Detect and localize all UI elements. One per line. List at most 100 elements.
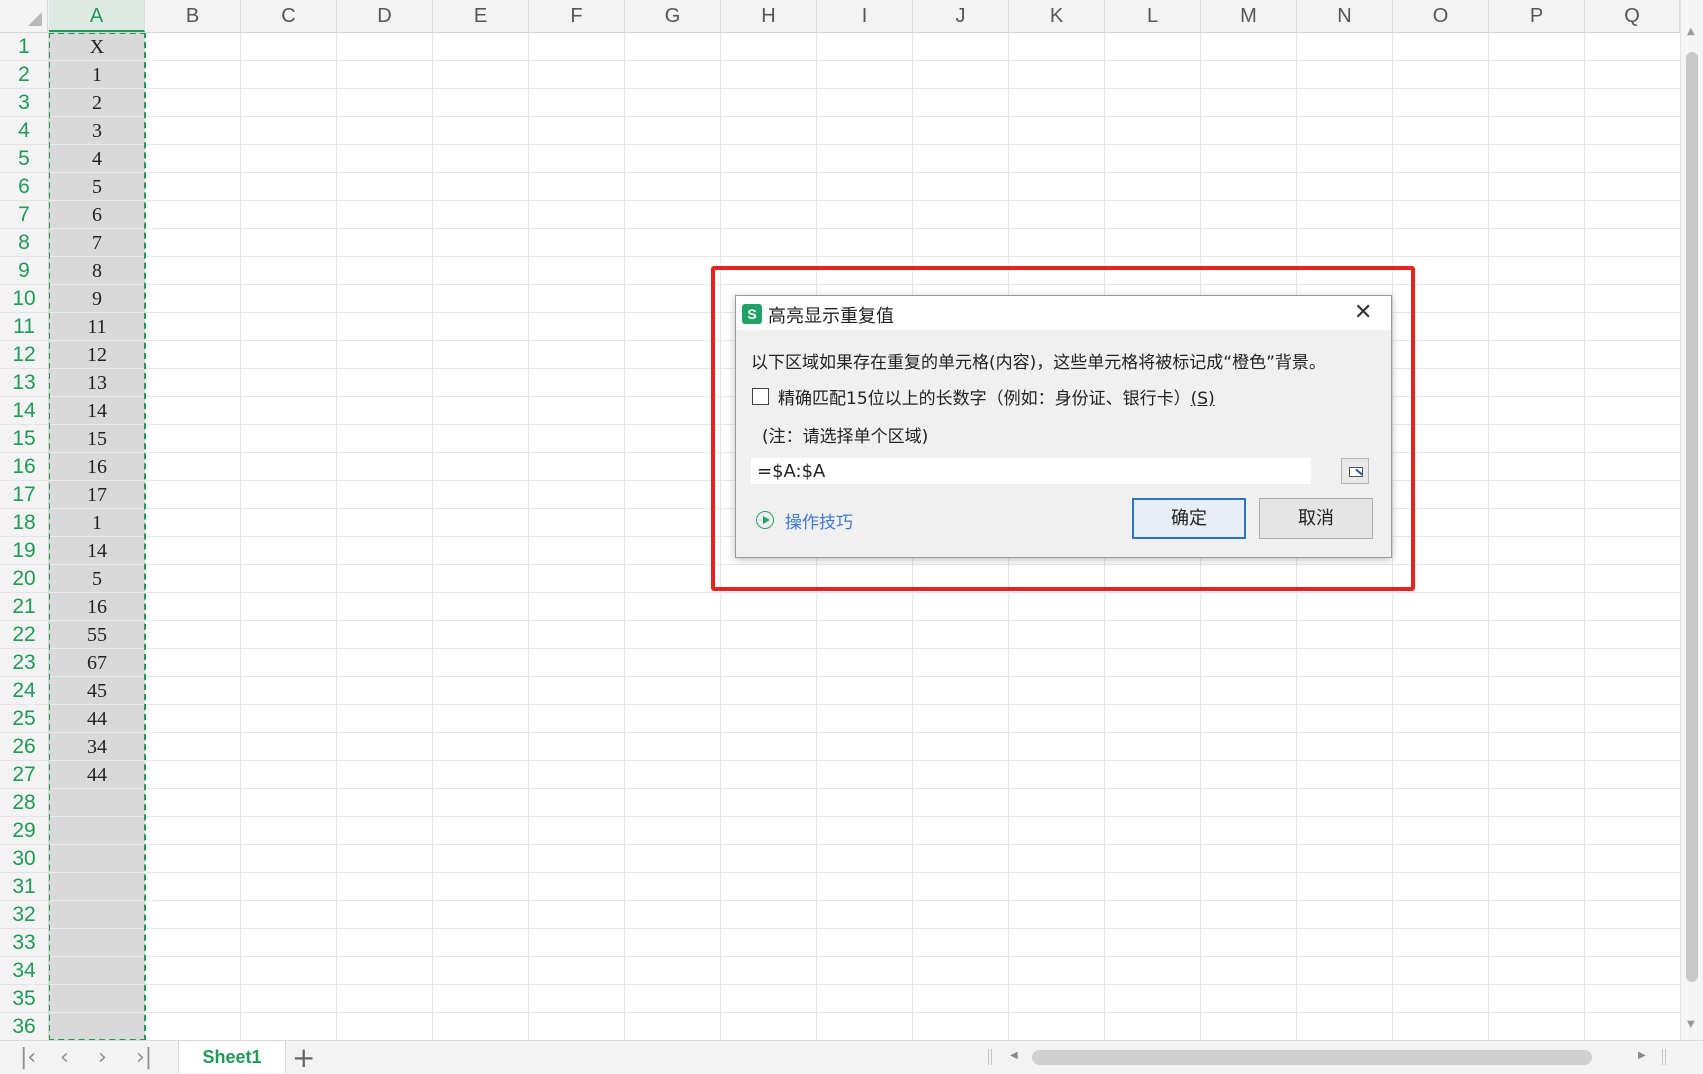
row-header-27[interactable]: 27: [0, 761, 48, 789]
cell-a22[interactable]: 55: [49, 621, 145, 649]
cell-a24[interactable]: 45: [49, 677, 145, 705]
cell-a15[interactable]: 15: [49, 425, 145, 453]
row-header-15[interactable]: 15: [0, 425, 48, 453]
cell-a8[interactable]: 7: [49, 229, 145, 257]
row-header-13[interactable]: 13: [0, 369, 48, 397]
row-header-18[interactable]: 18: [0, 509, 48, 537]
row-header-3[interactable]: 3: [0, 89, 48, 117]
row-header-16[interactable]: 16: [0, 453, 48, 481]
column-header-g[interactable]: G: [625, 0, 721, 32]
range-input[interactable]: [751, 458, 1311, 484]
tips-link[interactable]: 操作技巧: [785, 508, 853, 533]
row-header-31[interactable]: 31: [0, 873, 48, 901]
tab-split-handle[interactable]: [988, 1049, 992, 1065]
column-header-m[interactable]: M: [1201, 0, 1297, 32]
cell-a5[interactable]: 4: [49, 145, 145, 173]
row-header-21[interactable]: 21: [0, 593, 48, 621]
cell-a10[interactable]: 9: [49, 285, 145, 313]
horizontal-split-handle[interactable]: [1662, 1049, 1666, 1065]
column-header-o[interactable]: O: [1393, 0, 1489, 32]
dialog-title-bar[interactable]: S 高亮显示重复值 ✕: [736, 296, 1391, 330]
cell-a13[interactable]: 13: [49, 369, 145, 397]
column-header-a[interactable]: A: [49, 0, 145, 32]
row-header-23[interactable]: 23: [0, 649, 48, 677]
cell-a6[interactable]: 5: [49, 173, 145, 201]
cell-a2[interactable]: 1: [49, 61, 145, 89]
column-header-h[interactable]: H: [721, 0, 817, 32]
row-header-14[interactable]: 14: [0, 397, 48, 425]
cancel-button[interactable]: 取消: [1259, 498, 1373, 539]
row-header-34[interactable]: 34: [0, 957, 48, 985]
row-header-5[interactable]: 5: [0, 145, 48, 173]
close-icon[interactable]: ✕: [1354, 300, 1372, 325]
row-header-8[interactable]: 8: [0, 229, 48, 257]
horizontal-scroll-thumb[interactable]: [1032, 1050, 1592, 1065]
cell-a23[interactable]: 67: [49, 649, 145, 677]
row-header-32[interactable]: 32: [0, 901, 48, 929]
next-sheet-icon[interactable]: ›: [98, 1045, 107, 1070]
first-sheet-icon[interactable]: |‹: [20, 1045, 36, 1070]
scroll-right-icon[interactable]: ▶: [1638, 1050, 1646, 1061]
row-header-2[interactable]: 2: [0, 61, 48, 89]
ok-button[interactable]: 确定: [1132, 498, 1246, 539]
cell-a26[interactable]: 34: [49, 733, 145, 761]
vertical-scroll-thumb[interactable]: [1686, 52, 1698, 982]
row-header-9[interactable]: 9: [0, 257, 48, 285]
row-header-33[interactable]: 33: [0, 929, 48, 957]
row-header-24[interactable]: 24: [0, 677, 48, 705]
row-header-10[interactable]: 10: [0, 285, 48, 313]
column-header-l[interactable]: L: [1105, 0, 1201, 32]
row-header-1[interactable]: 1: [0, 33, 48, 61]
scroll-up-icon[interactable]: ▲: [1687, 26, 1695, 37]
select-all-corner[interactable]: [0, 0, 48, 32]
cell-a4[interactable]: 3: [49, 117, 145, 145]
cell-a14[interactable]: 14: [49, 397, 145, 425]
cell-a3[interactable]: 2: [49, 89, 145, 117]
column-header-j[interactable]: J: [913, 0, 1009, 32]
cell-a19[interactable]: 14: [49, 537, 145, 565]
vertical-scrollbar[interactable]: ▲ ▼: [1680, 0, 1703, 1040]
range-picker-button[interactable]: [1341, 458, 1369, 484]
cell-a21[interactable]: 16: [49, 593, 145, 621]
cell-a17[interactable]: 17: [49, 481, 145, 509]
row-header-6[interactable]: 6: [0, 173, 48, 201]
cell-a12[interactable]: 12: [49, 341, 145, 369]
row-header-26[interactable]: 26: [0, 733, 48, 761]
cell-a25[interactable]: 44: [49, 705, 145, 733]
column-header-k[interactable]: K: [1009, 0, 1105, 32]
cell-a27[interactable]: 44: [49, 761, 145, 789]
row-header-30[interactable]: 30: [0, 845, 48, 873]
row-header-12[interactable]: 12: [0, 341, 48, 369]
column-header-p[interactable]: P: [1489, 0, 1585, 32]
row-header-7[interactable]: 7: [0, 201, 48, 229]
row-header-22[interactable]: 22: [0, 621, 48, 649]
row-header-29[interactable]: 29: [0, 817, 48, 845]
column-header-n[interactable]: N: [1297, 0, 1393, 32]
row-header-4[interactable]: 4: [0, 117, 48, 145]
scroll-left-icon[interactable]: ◀: [1010, 1050, 1018, 1061]
cell-a9[interactable]: 8: [49, 257, 145, 285]
cell-a1[interactable]: X: [49, 33, 145, 61]
cell-a16[interactable]: 16: [49, 453, 145, 481]
row-header-28[interactable]: 28: [0, 789, 48, 817]
column-header-d[interactable]: D: [337, 0, 433, 32]
column-header-b[interactable]: B: [145, 0, 241, 32]
long-number-checkbox-label[interactable]: 精确匹配15位以上的长数字（例如：身份证、银行卡）(S): [778, 384, 1215, 409]
row-header-36[interactable]: 36: [0, 1013, 48, 1040]
add-sheet-button[interactable]: +: [292, 1041, 315, 1074]
column-header-i[interactable]: I: [817, 0, 913, 32]
last-sheet-icon[interactable]: ›|: [136, 1045, 152, 1070]
column-header-e[interactable]: E: [433, 0, 529, 32]
cell-a18[interactable]: 1: [49, 509, 145, 537]
column-header-q[interactable]: Q: [1585, 0, 1680, 32]
cell-a11[interactable]: 11: [49, 313, 145, 341]
sheet-tab-sheet1[interactable]: Sheet1: [178, 1041, 286, 1073]
row-header-20[interactable]: 20: [0, 565, 48, 593]
row-header-11[interactable]: 11: [0, 313, 48, 341]
row-header-25[interactable]: 25: [0, 705, 48, 733]
long-number-checkbox[interactable]: [752, 388, 769, 405]
play-icon[interactable]: [756, 511, 774, 529]
column-header-c[interactable]: C: [241, 0, 337, 32]
cell-a7[interactable]: 6: [49, 201, 145, 229]
column-header-f[interactable]: F: [529, 0, 625, 32]
